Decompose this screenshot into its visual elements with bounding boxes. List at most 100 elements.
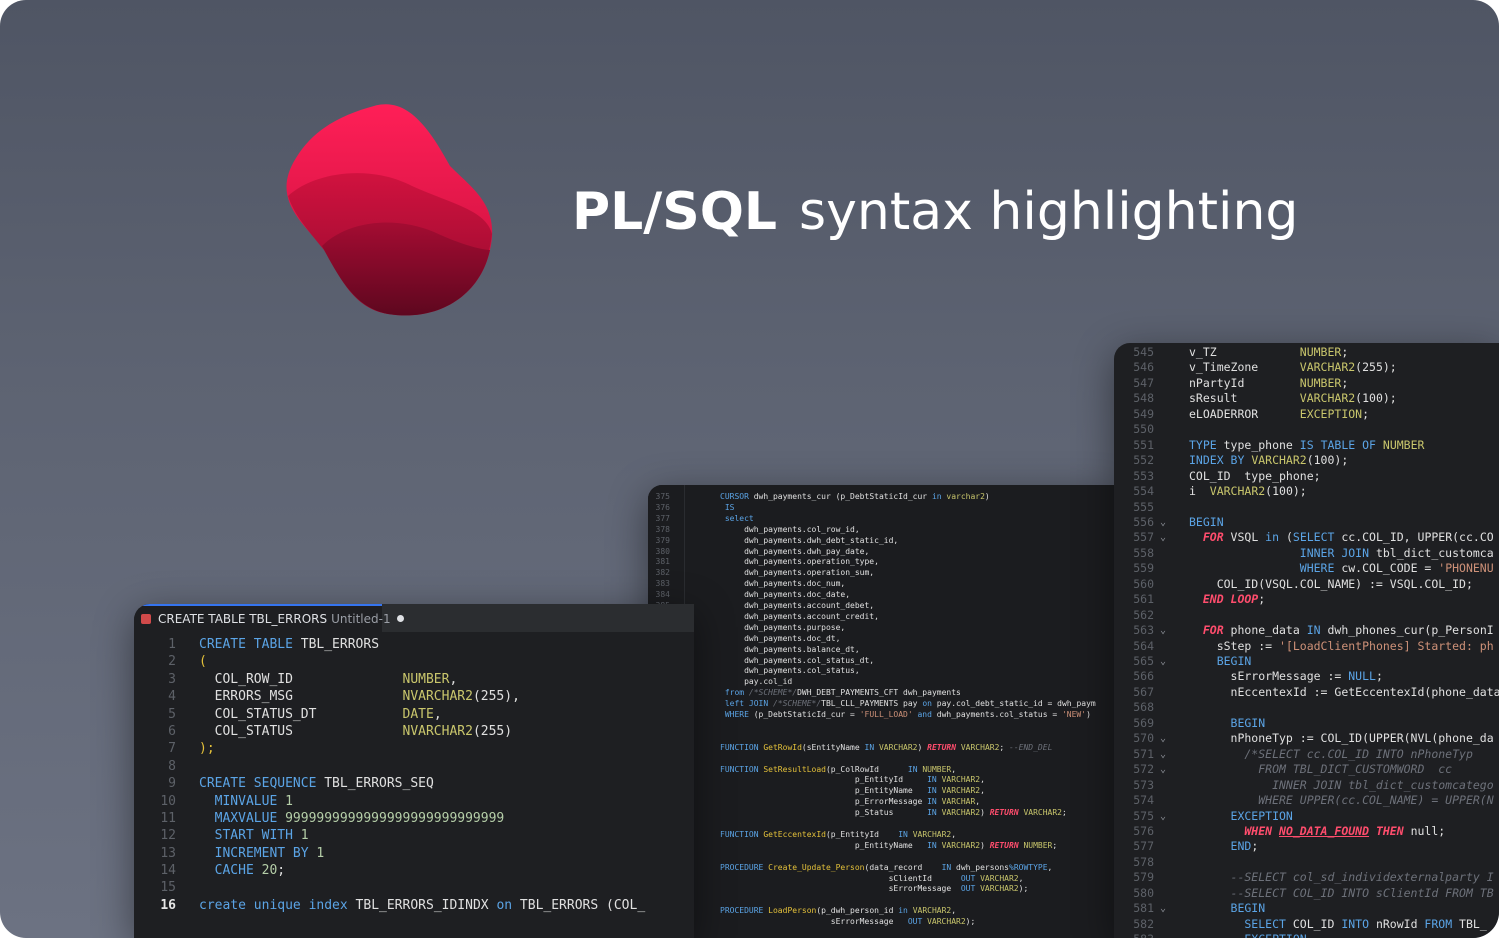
code-text: BEGIN <box>1189 515 1224 530</box>
code-token: dwh_payments.account_debet, <box>720 601 875 610</box>
code-token: cc.COL_ID, UPPER(cc.CO <box>1341 530 1494 545</box>
line-number: 384 <box>655 590 670 600</box>
code-token: GetEccentexId <box>763 829 826 839</box>
line-number: 582 <box>1133 916 1154 931</box>
code-text: p_EntityName IN VARCHAR2, <box>720 786 985 797</box>
code-token: INDEX BY <box>1189 453 1252 468</box>
code-token: VARCHAR <box>941 797 976 807</box>
code-token: on <box>922 699 937 709</box>
code-token: sErrorMessage := <box>1189 669 1349 684</box>
code-token: VARCHAR2 <box>941 775 981 785</box>
code-token: VARCHAR2 <box>878 742 918 752</box>
code-token: VARCHAR2 <box>941 786 981 796</box>
code-text: dwh_payments.dwh_debt_static_id, <box>720 536 898 547</box>
code-token: 'NEW' <box>1061 710 1087 719</box>
line-number: 549 <box>1133 406 1154 421</box>
code-token: NUMBER <box>402 671 450 687</box>
fold-chevron-icon[interactable]: ⌄ <box>1160 762 1166 777</box>
code-token: (sEntityName <box>801 742 865 752</box>
code-line: 571 ⌄ /*SELECT cc.COL_ID INTO nPhoneTyp <box>1114 747 1499 762</box>
code-line: 566 sErrorMessage := NULL; <box>1114 669 1499 684</box>
code-token: BEGIN <box>1189 514 1224 529</box>
code-line: 570 ⌄ nPhoneTyp := COL_ID(UPPER(NVL(phone… <box>1114 731 1499 746</box>
line-number: 546 <box>1133 360 1154 375</box>
code-token: ( <box>199 654 207 670</box>
code-token: NVARCHAR2 <box>402 689 473 705</box>
code-text: PROCEDURE LoadPerson(p_dwh_person_id in … <box>720 906 956 917</box>
unsaved-dot-icon[interactable] <box>396 615 404 622</box>
code-line: 408 <box>648 852 1118 863</box>
code-token: dwh_payments.doc_num, <box>720 579 846 589</box>
code-text: dwh_payments.operation_sum, <box>720 568 874 579</box>
fold-chevron-icon[interactable]: ⌄ <box>1160 654 1166 669</box>
code-text: from /*SCHEME*/DWH_DEBT_PAYMENTS_CFT dwh… <box>720 688 961 699</box>
code-token: 1 <box>285 793 293 809</box>
code-text: FOR VSQL in (SELECT cc.COL_ID, UPPER(cc.… <box>1189 530 1494 545</box>
line-number: 4 <box>168 689 176 705</box>
code-token: IN <box>907 764 923 774</box>
line-number: 562 <box>1133 607 1154 622</box>
code-line: 573 INNER JOIN tbl_dict_customcatego <box>1114 778 1499 793</box>
code-token: TBL_CLL_PAYMENTS pay <box>821 699 923 709</box>
code-token: VARCHAR2 <box>1251 453 1307 468</box>
fold-chevron-icon[interactable]: ⌄ <box>1160 809 1166 824</box>
line-number: 545 <box>1133 345 1154 359</box>
line-number: 6 <box>168 723 176 739</box>
code-token: NO_DATA_FOUND <box>1279 823 1370 838</box>
code-token: ; <box>1251 839 1259 854</box>
code-token: NUMBER <box>1382 437 1425 452</box>
code-token: ; <box>1341 345 1349 359</box>
code-line: 11 MAXVALUE 9999999999999999999999999999 <box>134 810 645 827</box>
code-token: END <box>1189 839 1252 854</box>
code-text: sErrorMessage := NULL; <box>1189 669 1383 684</box>
code-token: sResult <box>1189 391 1300 406</box>
code-token: MAXVALUE <box>199 810 286 826</box>
fold-chevron-icon[interactable]: ⌄ <box>1160 515 1166 530</box>
code-token: , <box>449 671 458 687</box>
line-number: 13 <box>160 845 176 861</box>
code-token: %ROWTYPE <box>1009 862 1048 872</box>
editor-tab[interactable]: CREATE TABLE TBL_ERRORS Untitled-1 <box>134 604 404 632</box>
code-token: EXCEPTION <box>1299 406 1363 421</box>
code-token: IN <box>1306 623 1328 638</box>
code-token: dwh_payments.col_status = <box>936 710 1062 719</box>
code-line: 389 dwh_payments.balance_dt, <box>648 645 1118 656</box>
line-number: 9 <box>168 776 176 792</box>
code-text: dwh_payments.account_credit, <box>720 612 879 623</box>
code-token: COL_ROW_ID <box>199 671 403 687</box>
code-text: v_TimeZone VARCHAR2(255); <box>1189 360 1397 375</box>
code-line: 557 ⌄ FOR VSQL in (SELECT cc.COL_ID, UPPE… <box>1114 530 1499 545</box>
fold-chevron-icon[interactable]: ⌄ <box>1160 623 1166 638</box>
line-number: 571 <box>1133 746 1154 761</box>
fold-chevron-icon[interactable]: ⌄ <box>1160 530 1166 545</box>
code-text: FOR phone_data IN dwh_phones_cur(p_Perso… <box>1189 623 1494 638</box>
code-token: CACHE <box>199 863 262 879</box>
code-token: VARCHAR2 <box>980 884 1019 894</box>
fold-chevron-icon[interactable]: ⌄ <box>1160 901 1166 916</box>
code-token: RETURN <box>989 840 1024 850</box>
code-token: (p_EntityId <box>825 829 899 839</box>
line-number: 378 <box>655 524 670 534</box>
code-token: /*SCHEME*/ <box>748 688 798 698</box>
line-number: 580 <box>1133 885 1154 900</box>
fold-chevron-icon[interactable]: ⌄ <box>1160 747 1166 762</box>
code-text: INNER JOIN tbl_dict_customca <box>1189 546 1494 561</box>
code-token: IN <box>927 797 942 807</box>
code-area[interactable]: 1 CREATE TABLE TBL_ERRORS 2(3 COL_ROW_ID N… <box>134 636 645 914</box>
code-token: START WITH <box>199 828 301 844</box>
code-token: VARCHAR2 <box>1023 808 1062 818</box>
code-line: 5 COL_STATUS_DT DATE, <box>134 706 645 723</box>
code-text: PROCEDURE Create_Update_Person(data_reco… <box>720 863 1052 874</box>
line-number: 576 <box>1133 823 1154 838</box>
code-token: dwh_payments.dwh_pay_date, <box>720 546 870 556</box>
code-token: FROM <box>1424 916 1460 931</box>
code-token: dwh_payments.purpose, <box>720 622 846 632</box>
code-token: CURSOR <box>720 492 754 501</box>
fold-chevron-icon[interactable]: ⌄ <box>1160 731 1166 746</box>
tab-bar: CREATE TABLE TBL_ERRORS Untitled-1 <box>134 604 694 632</box>
tab-file-name: Untitled-1 <box>331 612 391 626</box>
code-line: 387 dwh_payments.purpose, <box>648 623 1118 634</box>
code-line: 6 COL_STATUS NVARCHAR2(255) <box>134 723 645 740</box>
code-line: 554 i VARCHAR2(100); <box>1114 484 1499 499</box>
tab-title: CREATE TABLE TBL_ERRORS <box>158 612 328 626</box>
